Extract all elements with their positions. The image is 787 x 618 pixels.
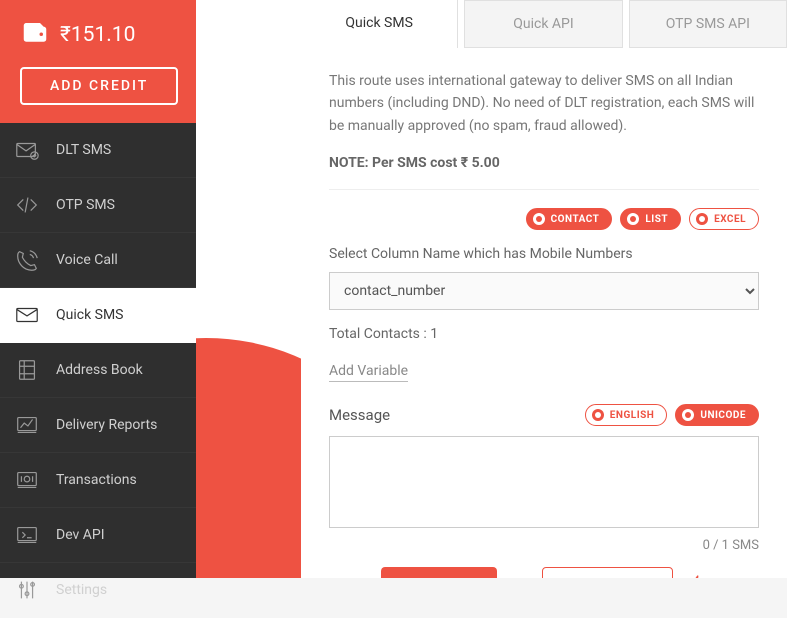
pill-excel[interactable]: EXCEL — [689, 208, 759, 230]
language-pill-row: ENGLISH UNICODE — [585, 404, 759, 426]
radio-icon — [682, 409, 694, 421]
sidebar-item-label: Quick SMS — [56, 307, 124, 323]
sidebar-nav: DLT SMS OTP SMS Voice Call Quick SMS Add… — [0, 123, 196, 618]
divider — [329, 189, 759, 190]
action-row: SEND OR SCHEDULE — [329, 567, 759, 578]
sidebar-item-label: Transactions — [56, 472, 137, 488]
sidebar-item-label: OTP SMS — [56, 197, 115, 213]
column-select[interactable]: contact_number — [329, 272, 759, 310]
message-label: Message — [329, 406, 390, 424]
panel-body: This route uses international gateway to… — [301, 48, 787, 578]
wallet-balance: ₹151.10 — [60, 23, 135, 47]
phone-signal-icon — [14, 247, 40, 273]
sidebar-item-label: Dev API — [56, 527, 105, 543]
sidebar-item-address-book[interactable]: Address Book — [0, 343, 196, 398]
pill-contact[interactable]: CONTACT — [526, 208, 613, 230]
source-pill-row: CONTACT LIST EXCEL — [329, 208, 759, 230]
sidebar-item-voice-call[interactable]: Voice Call — [0, 233, 196, 288]
sidebar-item-dlt-sms[interactable]: DLT SMS — [0, 123, 196, 178]
sidebar-item-transactions[interactable]: Transactions — [0, 453, 196, 508]
content-card: Quick SMS Quick API OTP SMS API This rou… — [301, 0, 787, 578]
note-line: NOTE: Per SMS cost ₹ 5.00 — [329, 155, 759, 171]
radio-icon — [627, 213, 639, 225]
sidebar-item-settings[interactable]: Settings — [0, 563, 196, 618]
sidebar: ₹151.10 ADD CREDIT DLT SMS OTP SMS Voice… — [0, 0, 196, 578]
envelope-plus-icon — [14, 137, 40, 163]
sidebar-item-dev-api[interactable]: Dev API — [0, 508, 196, 563]
sidebar-item-quick-sms[interactable]: Quick SMS — [0, 288, 196, 343]
sidebar-item-label: Delivery Reports — [56, 417, 157, 433]
add-variable-link[interactable]: Add Variable — [329, 363, 408, 382]
sidebar-item-delivery-reports[interactable]: Delivery Reports — [0, 398, 196, 453]
terminal-icon — [14, 522, 40, 548]
transactions-icon — [14, 467, 40, 493]
send-button[interactable]: SEND — [381, 567, 496, 578]
flash-icon[interactable] — [687, 571, 707, 578]
code-icon — [14, 192, 40, 218]
tab-quick-sms[interactable]: Quick SMS — [301, 0, 458, 48]
pill-list[interactable]: LIST — [620, 208, 681, 230]
sidebar-item-label: Voice Call — [56, 252, 118, 268]
total-contacts: Total Contacts : 1 — [329, 326, 759, 342]
add-credit-button[interactable]: ADD CREDIT — [20, 67, 178, 105]
schedule-button[interactable]: SCHEDULE — [542, 567, 673, 578]
tab-otp-sms-api[interactable]: OTP SMS API — [629, 0, 787, 48]
tabs-row: Quick SMS Quick API OTP SMS API — [301, 0, 787, 48]
sidebar-item-label: DLT SMS — [56, 142, 111, 158]
column-label: Select Column Name which has Mobile Numb… — [329, 246, 759, 262]
main-area: Quick SMS Quick API OTP SMS API This rou… — [196, 0, 787, 578]
address-book-icon — [14, 357, 40, 383]
sms-counter: 0 / 1 SMS — [329, 538, 759, 553]
wallet-section: ₹151.10 ADD CREDIT — [0, 0, 196, 123]
sidebar-item-label: Address Book — [56, 362, 143, 378]
radio-icon — [533, 213, 545, 225]
radio-icon — [592, 409, 604, 421]
pill-unicode[interactable]: UNICODE — [675, 404, 759, 426]
envelope-icon — [14, 302, 40, 328]
message-textarea[interactable] — [329, 436, 759, 528]
sidebar-item-label: Settings — [56, 582, 107, 598]
pill-english[interactable]: ENGLISH — [585, 404, 668, 426]
wallet-icon — [20, 18, 50, 52]
chart-icon — [14, 412, 40, 438]
sidebar-item-otp-sms[interactable]: OTP SMS — [0, 178, 196, 233]
tab-quick-api[interactable]: Quick API — [464, 0, 622, 48]
radio-icon — [696, 213, 708, 225]
route-description: This route uses international gateway to… — [329, 70, 759, 137]
sliders-icon — [14, 577, 40, 603]
